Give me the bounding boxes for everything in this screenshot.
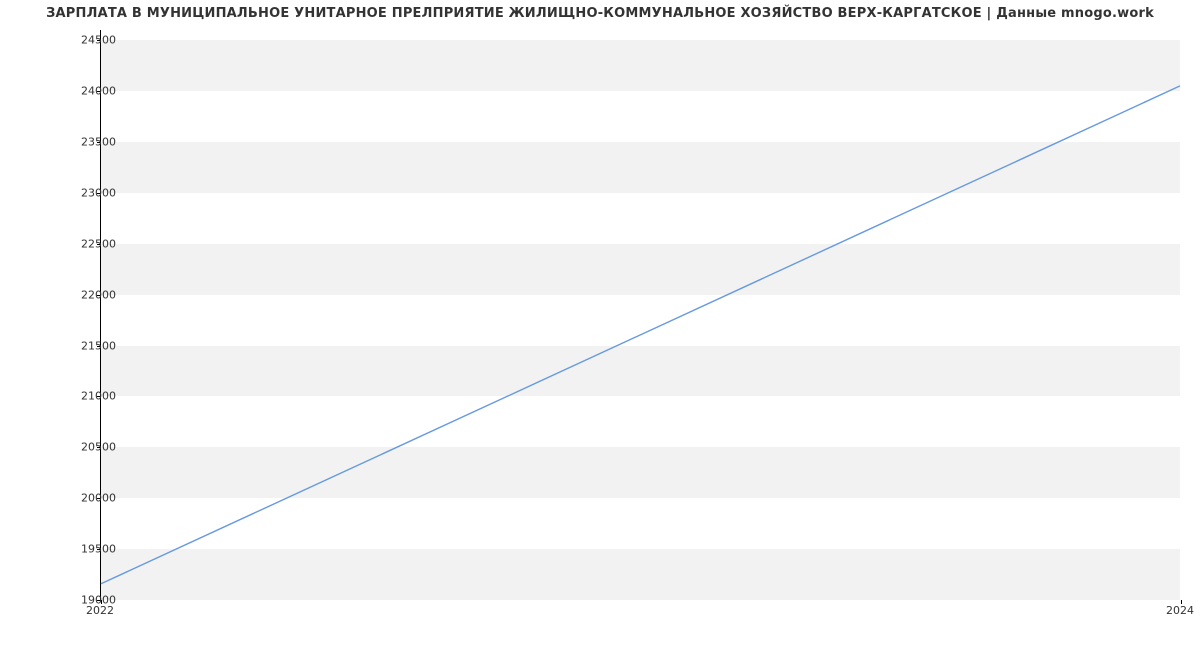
y-tick-label: 20000 bbox=[56, 492, 116, 505]
y-tick-label: 19500 bbox=[56, 543, 116, 556]
chart-title: ЗАРПЛАТА В МУНИЦИПАЛЬНОЕ УНИТАРНОЕ ПРЕЛП… bbox=[0, 6, 1200, 21]
y-tick-label: 20500 bbox=[56, 441, 116, 454]
y-tick-label: 23500 bbox=[56, 135, 116, 148]
y-tick-label: 23000 bbox=[56, 186, 116, 199]
chart-container: ЗАРПЛАТА В МУНИЦИПАЛЬНОЕ УНИТАРНОЕ ПРЕЛП… bbox=[0, 0, 1200, 650]
x-tick-label: 2024 bbox=[1166, 604, 1194, 617]
y-tick-label: 21500 bbox=[56, 339, 116, 352]
y-tick-label: 21000 bbox=[56, 390, 116, 403]
y-tick-label: 22000 bbox=[56, 288, 116, 301]
y-tick-label: 24500 bbox=[56, 34, 116, 47]
line-series bbox=[101, 30, 1180, 599]
y-tick-label: 22500 bbox=[56, 237, 116, 250]
x-tick-label: 2022 bbox=[86, 604, 114, 617]
y-tick-label: 24000 bbox=[56, 85, 116, 98]
series-path bbox=[101, 86, 1180, 584]
plot-area bbox=[100, 30, 1180, 600]
